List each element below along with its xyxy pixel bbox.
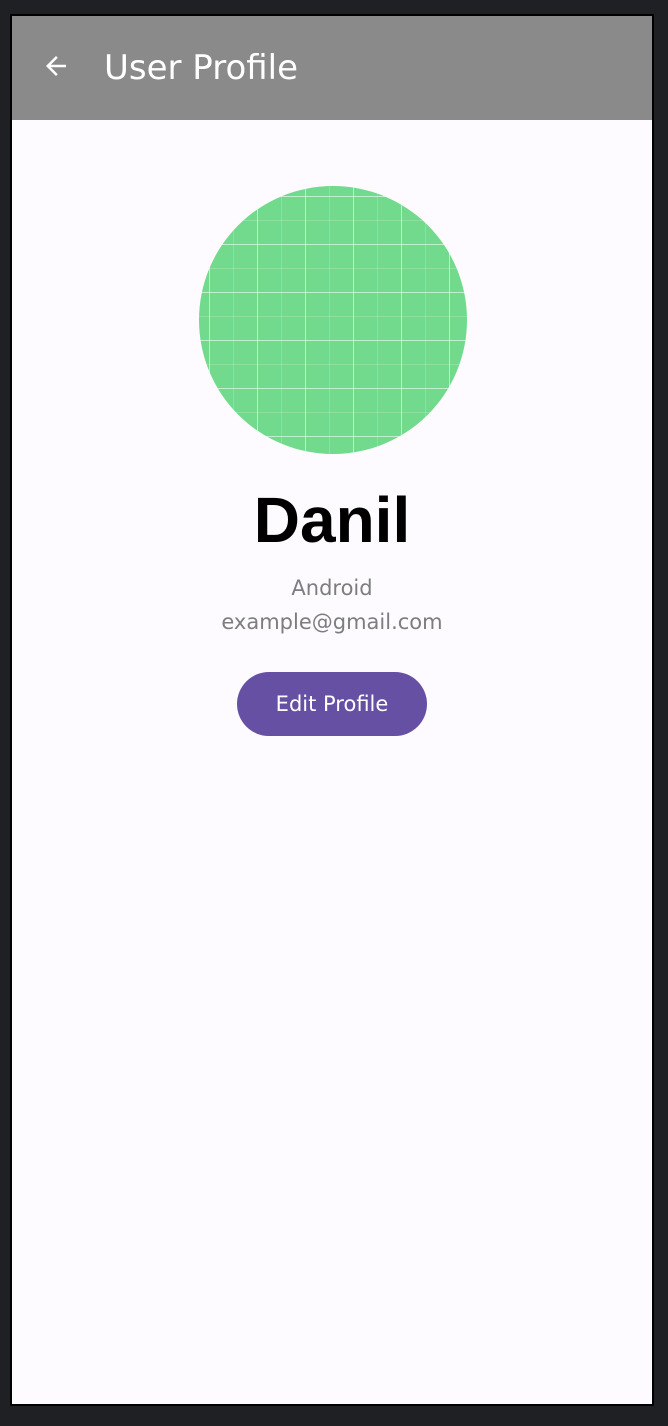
top-app-bar: User Profile	[12, 16, 652, 120]
page-title: User Profile	[104, 48, 299, 88]
avatar	[199, 186, 467, 454]
edit-profile-button[interactable]: Edit Profile	[237, 672, 427, 736]
back-button[interactable]	[36, 48, 76, 88]
arrow-back-icon	[41, 51, 71, 85]
user-email: example@gmail.com	[221, 610, 443, 634]
phone-screen: User Profile Danil Android example@gmail…	[10, 14, 654, 1406]
profile-content: Danil Android example@gmail.com Edit Pro…	[12, 120, 652, 1404]
user-name: Danil	[253, 484, 411, 556]
user-role: Android	[291, 576, 373, 600]
